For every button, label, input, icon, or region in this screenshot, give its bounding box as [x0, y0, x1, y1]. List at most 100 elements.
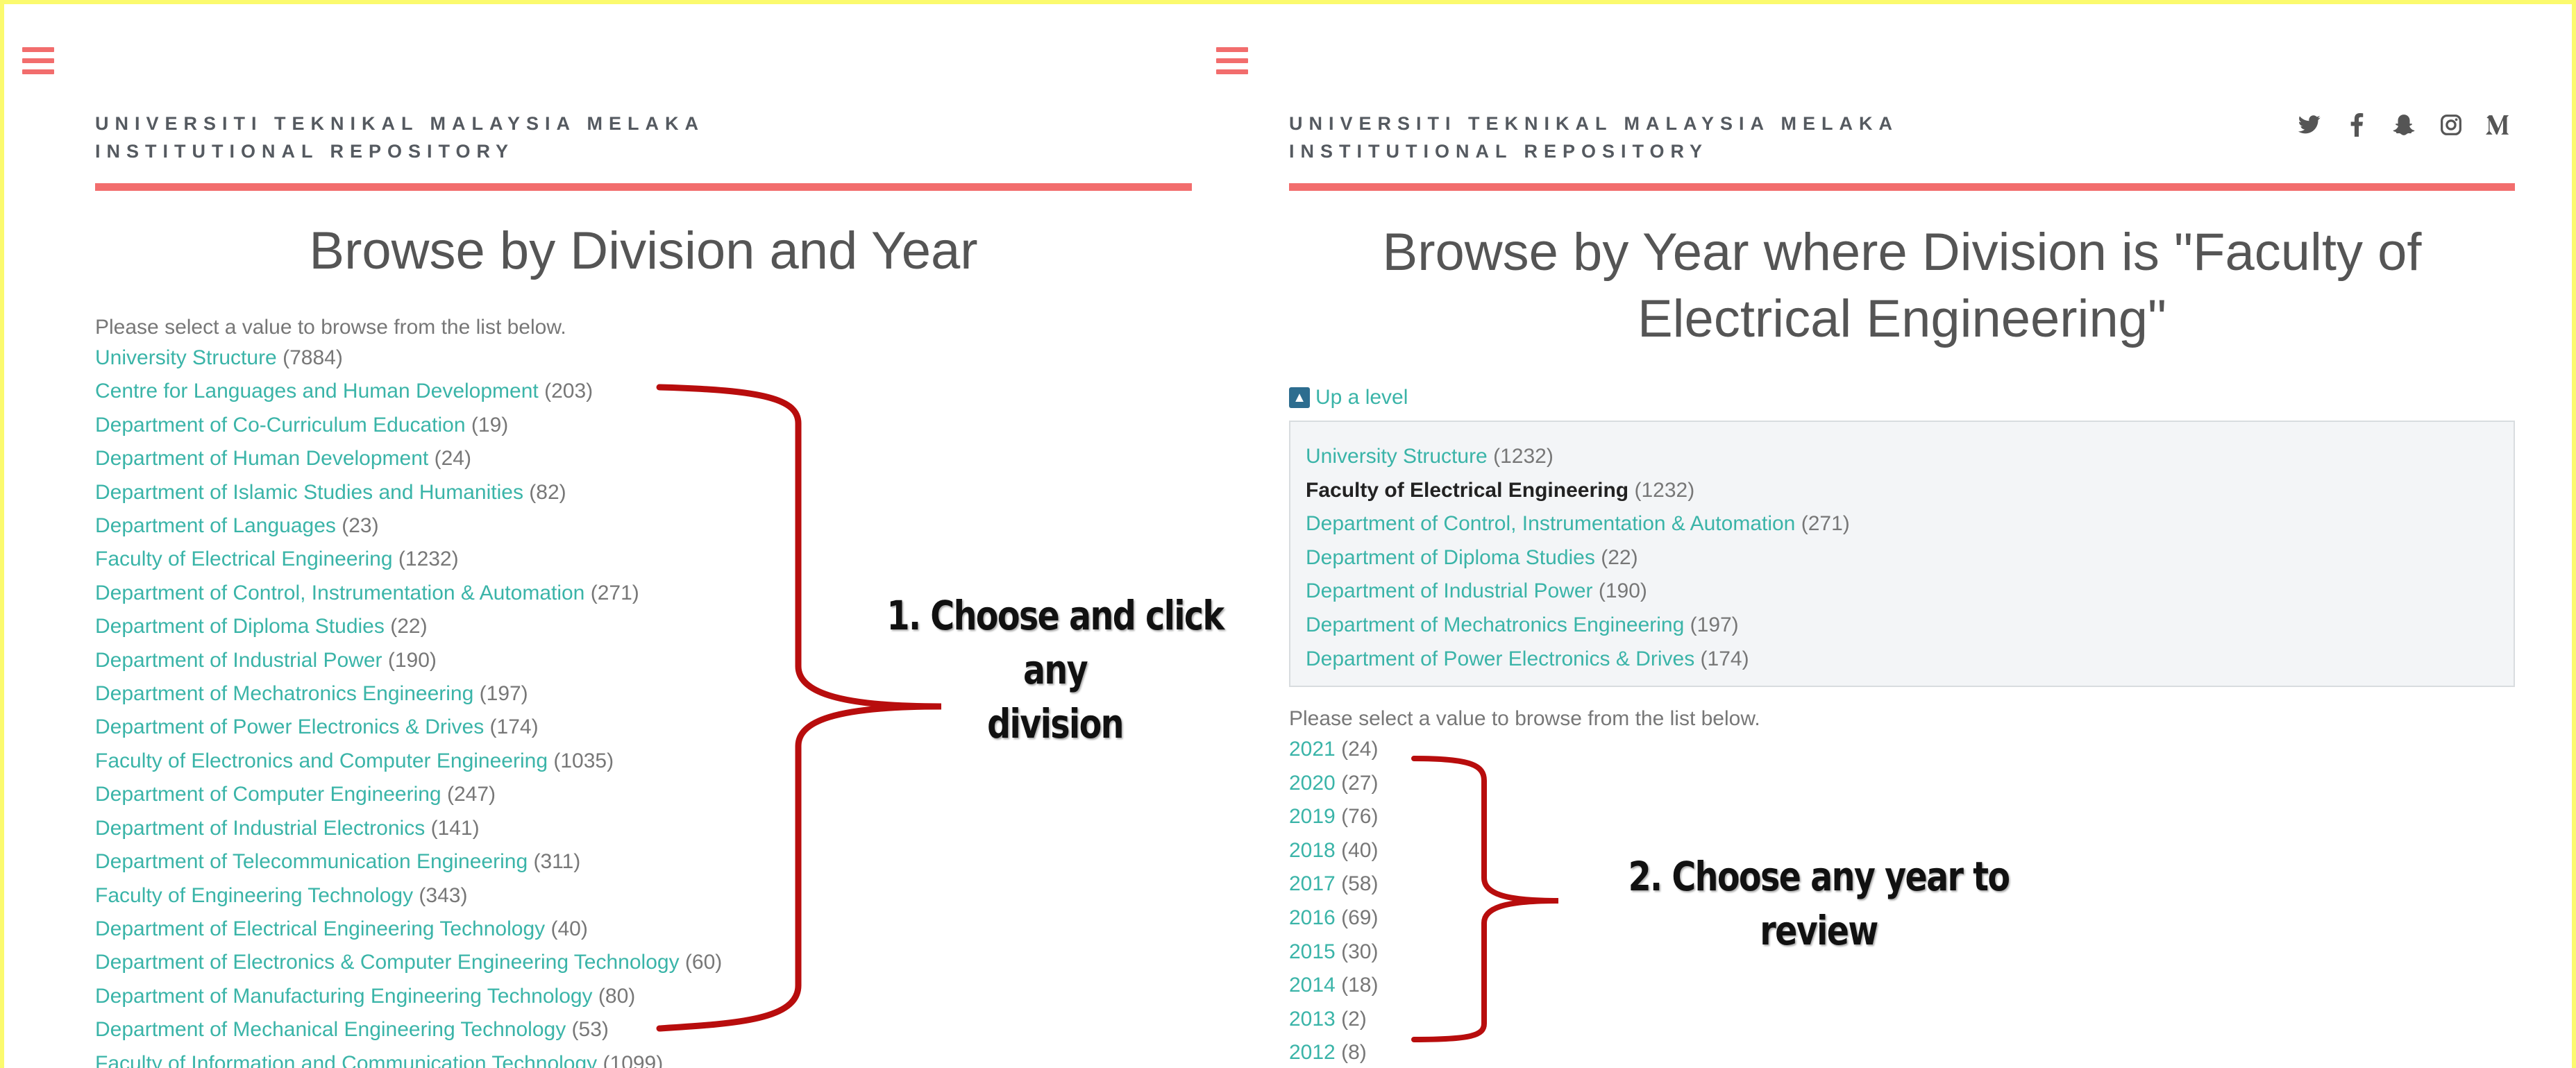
year-item-link[interactable]: 2017 [1289, 872, 1336, 895]
division-item: Faculty of Engineering Technology (343) [95, 879, 722, 913]
division-item-link[interactable]: Department of Control, Instrumentation &… [95, 582, 584, 604]
division-item-link[interactable]: Department of Diploma Studies [95, 615, 385, 638]
division-item-count: (1232) [398, 548, 459, 571]
division-item: Faculty of Electronics and Computer Engi… [95, 745, 722, 778]
up-a-level-label: Up a level [1315, 386, 1408, 409]
division-item-link[interactable]: Centre for Languages and Human Developme… [95, 380, 539, 402]
hierarchy-item-count: (1232) [1493, 445, 1554, 468]
year-item-count: (18) [1341, 974, 1379, 997]
division-item-count: (19) [471, 413, 509, 436]
division-item-count: (203) [544, 380, 594, 403]
division-item-count: (247) [446, 783, 496, 806]
division-item-count: (80) [598, 984, 636, 1008]
repository-brand[interactable]: UNIVERSITI TEKNIKAL MALAYSIA MELAKA INST… [1289, 110, 1899, 165]
division-item-link[interactable]: Faculty of Electrical Engineering [95, 548, 393, 570]
hierarchy-item-count: (271) [1801, 512, 1850, 536]
hierarchy-item-link[interactable]: Department of Mechatronics Engineering [1306, 613, 1684, 636]
division-item-link[interactable]: University Structure [95, 346, 277, 369]
hierarchy-item-link[interactable]: Department of Diploma Studies [1306, 546, 1595, 569]
division-item-link[interactable]: Department of Mechatronics Engineering [95, 682, 473, 705]
year-item-link[interactable]: 2012 [1289, 1041, 1336, 1064]
repository-brand[interactable]: UNIVERSITI TEKNIKAL MALAYSIA MELAKA INST… [95, 110, 705, 165]
year-item: 2013 (2) [1289, 1003, 1760, 1037]
division-list: University Structure (7884) Centre for La… [95, 341, 722, 1068]
division-item: Department of Languages (23) [95, 509, 722, 543]
division-item-count: (271) [590, 581, 639, 604]
page-title-line-2: Electrical Engineering" [1637, 289, 2167, 348]
hierarchy-item-count: (190) [1598, 579, 1647, 603]
division-item: Department of Industrial Power (190) [95, 644, 722, 677]
division-item-link[interactable]: Faculty of Electronics and Computer Engi… [95, 749, 548, 772]
division-item-count: (197) [479, 682, 528, 706]
division-item-link[interactable]: Department of Human Development [95, 447, 428, 470]
division-item-count: (141) [430, 816, 480, 840]
medium-icon[interactable] [2484, 111, 2512, 139]
division-item-count: (1099) [603, 1051, 664, 1068]
hierarchy-item-link[interactable]: Department of Industrial Power [1306, 579, 1593, 602]
division-item-count: (311) [533, 850, 581, 874]
hierarchy-item-link[interactable]: Department of Power Electronics & Drives [1306, 647, 1694, 670]
division-item-link[interactable]: Department of Computer Engineering [95, 783, 441, 806]
hierarchy-item: Department of Mechatronics Engineering (… [1306, 609, 2498, 643]
division-item: Department of Industrial Electronics (14… [95, 812, 722, 845]
year-item-link[interactable]: 2021 [1289, 738, 1336, 761]
snapchat-icon[interactable] [2390, 111, 2418, 139]
division-item: Department of Electrical Engineering Tec… [95, 913, 722, 946]
division-item-count: (343) [419, 883, 468, 907]
division-item: Department of Power Electronics & Drives… [95, 711, 722, 744]
page-title-line-1: Browse by Year where Division is "Facult… [1382, 223, 2422, 282]
page-title: Browse by Year where Division is "Facult… [1289, 219, 2515, 353]
year-item-link[interactable]: 2014 [1289, 974, 1336, 997]
division-item: Department of Computer Engineering (247) [95, 778, 722, 811]
division-item-link[interactable]: Department of Power Electronics & Drives [95, 715, 484, 738]
year-item-link[interactable]: 2019 [1289, 805, 1336, 828]
division-item: Faculty of Information and Communication… [95, 1047, 722, 1068]
hamburger-icon[interactable] [22, 47, 54, 75]
year-item-count: (8) [1341, 1041, 1367, 1065]
facebook-icon[interactable] [2343, 111, 2371, 139]
hierarchy-item: Department of Control, Instrumentation &… [1306, 507, 2498, 541]
division-item: Department of Manufacturing Engineering … [95, 980, 722, 1013]
header-divider [95, 183, 1192, 191]
year-item-count: (58) [1341, 872, 1379, 896]
division-item: Department of Co-Curriculum Education (1… [95, 409, 722, 442]
hierarchy-item-count: (1232) [1634, 478, 1695, 502]
division-item-count: (190) [387, 648, 437, 672]
division-item-link[interactable]: Department of Mechanical Engineering Tec… [95, 1018, 566, 1041]
hierarchy-item-link[interactable]: University Structure [1306, 445, 1488, 468]
hamburger-icon[interactable] [1216, 47, 1248, 75]
division-item-count: (174) [489, 715, 539, 739]
division-item-link[interactable]: Department of Industrial Power [95, 649, 382, 672]
division-item-link[interactable]: Faculty of Engineering Technology [95, 884, 413, 907]
division-item: University Structure (7884) [95, 341, 722, 375]
step-2-line-2: review [1760, 907, 1878, 954]
up-a-level-link[interactable]: ▲ Up a level [1289, 386, 1408, 409]
year-item-link[interactable]: 2018 [1289, 839, 1336, 862]
division-item-count: (24) [434, 447, 471, 471]
division-item-count: (22) [390, 615, 428, 638]
step-1-line-1: 1. Choose and click any [886, 592, 1225, 693]
division-item-link[interactable]: Department of Co-Curriculum Education [95, 414, 466, 436]
browse-instructions: Please select a value to browse from the… [95, 316, 566, 339]
instagram-icon[interactable] [2437, 111, 2465, 139]
hierarchy-item-label: Faculty of Electrical Engineering [1306, 478, 1629, 502]
division-item-link[interactable]: Department of Islamic Studies and Humani… [95, 481, 523, 504]
division-item: Centre for Languages and Human Developme… [95, 375, 722, 408]
division-item-link[interactable]: Department of Languages [95, 514, 336, 537]
division-item-link[interactable]: Department of Telecommunication Engineer… [95, 850, 528, 873]
division-item-link[interactable]: Department of Electronics & Computer Eng… [95, 951, 680, 974]
hierarchy-item-link[interactable]: Department of Control, Instrumentation &… [1306, 512, 1795, 535]
year-item-link[interactable]: 2016 [1289, 906, 1336, 929]
year-item-link[interactable]: 2013 [1289, 1008, 1336, 1031]
division-item-link[interactable]: Faculty of Information and Communication… [95, 1052, 597, 1068]
year-item-count: (24) [1341, 738, 1379, 761]
division-item-count: (82) [529, 480, 566, 504]
division-item-link[interactable]: Department of Manufacturing Engineering … [95, 985, 593, 1008]
division-item-link[interactable]: Department of Electrical Engineering Tec… [95, 917, 545, 940]
division-item: Department of Human Development (24) [95, 442, 722, 475]
year-item-link[interactable]: 2020 [1289, 772, 1336, 795]
year-item-link[interactable]: 2015 [1289, 940, 1336, 963]
division-item: Department of Control, Instrumentation &… [95, 577, 722, 610]
division-item-link[interactable]: Department of Industrial Electronics [95, 817, 425, 840]
twitter-icon[interactable] [2296, 111, 2323, 139]
